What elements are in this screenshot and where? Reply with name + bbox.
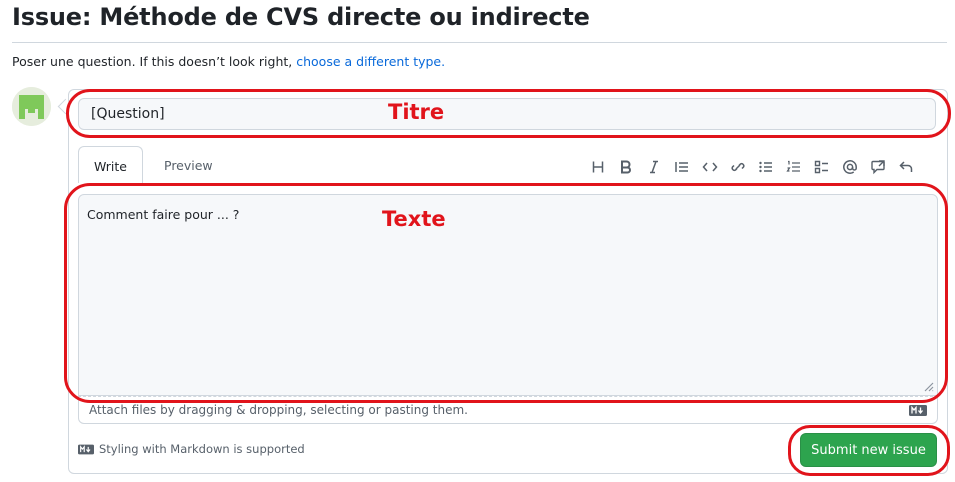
title-annotation-label: Titre bbox=[388, 100, 445, 124]
mention-icon[interactable] bbox=[840, 157, 860, 177]
markdown-support-text: Styling with Markdown is supported bbox=[99, 442, 305, 456]
issue-type-note: Poser une question. If this doesn’t look… bbox=[12, 54, 445, 69]
ordered-list-icon[interactable] bbox=[784, 157, 804, 177]
markdown-icon bbox=[909, 405, 927, 416]
code-icon[interactable] bbox=[700, 157, 720, 177]
issue-body-text: Comment faire pour ... ? bbox=[87, 207, 240, 222]
text-annotation-label: Texte bbox=[382, 207, 446, 231]
markdown-toolbar bbox=[588, 157, 916, 177]
reference-icon[interactable] bbox=[868, 157, 888, 177]
italic-icon[interactable] bbox=[644, 157, 664, 177]
page-title: Issue: Méthode de CVS directe ou indirec… bbox=[12, 3, 590, 31]
avatar[interactable] bbox=[12, 87, 51, 126]
choose-type-link[interactable]: choose a different type. bbox=[296, 54, 445, 69]
submit-issue-button[interactable]: Submit new issue bbox=[800, 433, 937, 467]
resize-handle-icon[interactable] bbox=[922, 380, 934, 392]
issue-body-textarea[interactable]: Comment faire pour ... ? bbox=[78, 194, 938, 396]
markdown-icon bbox=[78, 444, 94, 454]
quote-icon[interactable] bbox=[672, 157, 692, 177]
tab-preview[interactable]: Preview bbox=[164, 146, 213, 182]
heading-icon[interactable] bbox=[588, 157, 608, 177]
attach-files-area[interactable]: Attach files by dragging & dropping, sel… bbox=[78, 396, 938, 424]
header-divider bbox=[12, 42, 947, 43]
link-icon[interactable] bbox=[728, 157, 748, 177]
markdown-support-note[interactable]: Styling with Markdown is supported bbox=[78, 442, 305, 456]
issue-title-input[interactable]: [Question] bbox=[78, 98, 936, 130]
bold-icon[interactable] bbox=[616, 157, 636, 177]
undo-icon[interactable] bbox=[896, 157, 916, 177]
issue-type-text: Poser une question. If this doesn’t look… bbox=[12, 54, 293, 69]
task-list-icon[interactable] bbox=[812, 157, 832, 177]
tab-write[interactable]: Write bbox=[78, 146, 143, 183]
attach-files-hint: Attach files by dragging & dropping, sel… bbox=[89, 403, 468, 417]
unordered-list-icon[interactable] bbox=[756, 157, 776, 177]
